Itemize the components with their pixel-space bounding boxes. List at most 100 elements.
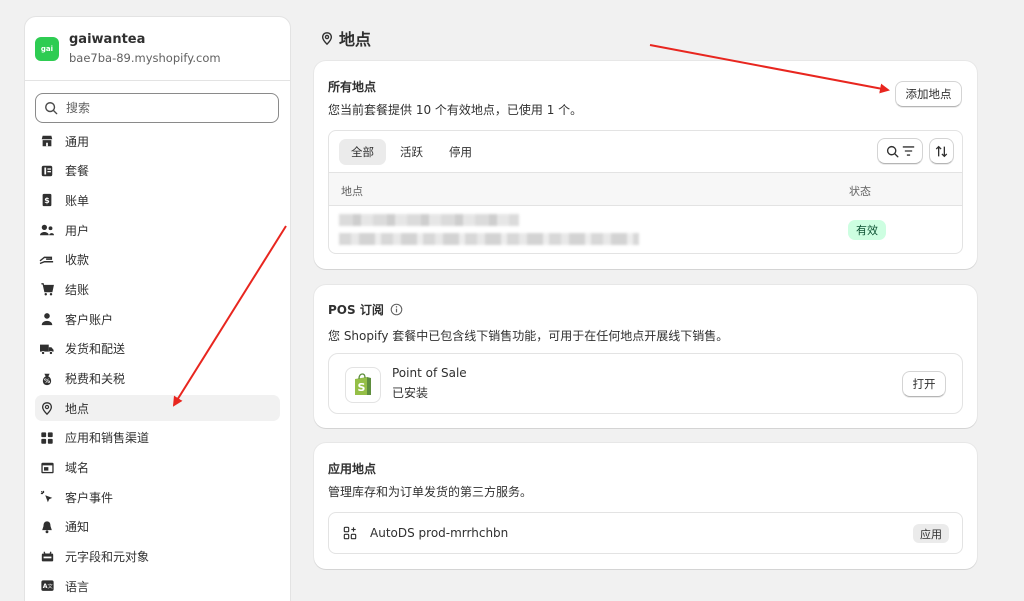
svg-text:S: S bbox=[358, 381, 366, 394]
nav-item-label: 客户事件 bbox=[65, 490, 114, 505]
app-location-row[interactable]: AutoDS prod-mrrhchbn 应用 bbox=[328, 512, 963, 554]
nav-item-label: 通用 bbox=[65, 134, 90, 149]
info-icon[interactable] bbox=[390, 303, 403, 316]
redacted-location-name bbox=[339, 214, 519, 226]
domain-icon bbox=[39, 460, 55, 476]
settings-nav: 通用 套餐 $ 账单 用户 收款 结账 客户账户 发货和配送 % 税费和关税 地… bbox=[35, 128, 280, 601]
cursor-icon bbox=[39, 489, 55, 505]
app-tag: 应用 bbox=[913, 524, 949, 543]
billing-icon: $ bbox=[39, 192, 55, 208]
add-location-button[interactable]: 添加地点 bbox=[895, 81, 962, 107]
store-icon bbox=[39, 133, 55, 149]
nav-item-general[interactable]: 通用 bbox=[35, 128, 280, 154]
nav-item-label: 通知 bbox=[65, 520, 90, 535]
nav-item-users[interactable]: 用户 bbox=[35, 217, 280, 243]
nav-item-customer-events[interactable]: 客户事件 bbox=[35, 484, 280, 510]
card-subtitle: 您 Shopify 套餐中已包含线下销售功能，可用于在任何地点开展线下销售。 bbox=[328, 329, 729, 343]
store-domain: bae7ba-89.myshopify.com bbox=[69, 51, 221, 65]
nav-item-taxes[interactable]: % 税费和关税 bbox=[35, 366, 280, 392]
nav-item-apps-channels[interactable]: 应用和销售渠道 bbox=[35, 425, 280, 451]
nav-item-label: 用户 bbox=[65, 223, 90, 238]
svg-text:%: % bbox=[44, 377, 50, 384]
all-locations-card: 所有地点 您当前套餐提供 10 个有效地点，已使用 1 个。 添加地点 全部 活… bbox=[314, 61, 977, 269]
nav-item-label: 语言 bbox=[65, 579, 90, 594]
nav-item-label: 结账 bbox=[65, 282, 90, 297]
truck-icon bbox=[39, 341, 55, 357]
nav-item-customer-accounts[interactable]: 客户账户 bbox=[35, 306, 280, 332]
nav-item-label: 账单 bbox=[65, 193, 90, 208]
search-icon bbox=[886, 145, 898, 157]
column-location: 地点 bbox=[341, 185, 363, 198]
sort-icon bbox=[935, 145, 948, 157]
nav-item-label: 税费和关税 bbox=[65, 372, 126, 386]
location-icon bbox=[39, 400, 55, 416]
card-subtitle: 您当前套餐提供 10 个有效地点，已使用 1 个。 bbox=[328, 103, 583, 117]
page-title-text: 地点 bbox=[339, 30, 372, 49]
table-header: 地点 状态 bbox=[329, 172, 962, 206]
apps-icon bbox=[39, 430, 55, 446]
svg-text:文: 文 bbox=[47, 583, 53, 591]
filter-tabs: 全部 活跃 停用 bbox=[329, 131, 962, 172]
nav-item-checkout[interactable]: 结账 bbox=[35, 276, 280, 302]
person-icon bbox=[39, 311, 55, 327]
nav-item-label: 地点 bbox=[65, 401, 90, 416]
nav-item-label: 客户账户 bbox=[65, 312, 114, 327]
settings-sidebar: gai gaiwantea bae7ba-89.myshopify.com 通用… bbox=[24, 16, 291, 601]
nav-item-payments[interactable]: 收款 bbox=[35, 247, 280, 273]
language-icon: A文 bbox=[39, 578, 55, 594]
settings-search[interactable] bbox=[35, 93, 279, 123]
shopify-bag-icon: S bbox=[345, 367, 381, 403]
sort-button[interactable] bbox=[929, 138, 954, 164]
tab-active[interactable]: 活跃 bbox=[388, 139, 435, 165]
nav-item-label: 域名 bbox=[65, 461, 90, 476]
tax-icon: % bbox=[39, 371, 55, 387]
payments-icon bbox=[39, 252, 55, 268]
nav-item-label: 元字段和元对象 bbox=[65, 550, 150, 565]
users-icon bbox=[39, 222, 55, 238]
card-title: POS 订阅 bbox=[328, 303, 384, 317]
tab-all[interactable]: 全部 bbox=[339, 138, 386, 165]
open-pos-button[interactable]: 打开 bbox=[902, 371, 946, 397]
bell-icon bbox=[39, 519, 55, 535]
plan-icon bbox=[39, 163, 55, 179]
metafields-icon bbox=[39, 549, 55, 565]
nav-item-languages[interactable]: A文 语言 bbox=[35, 573, 280, 599]
store-header[interactable]: gai gaiwantea bae7ba-89.myshopify.com bbox=[25, 17, 290, 81]
nav-item-domains[interactable]: 域名 bbox=[35, 455, 280, 481]
status-badge: 有效 bbox=[848, 220, 886, 240]
tab-inactive[interactable]: 停用 bbox=[437, 139, 484, 165]
pos-app-name: Point of Sale bbox=[392, 366, 467, 380]
pos-subscription-card: POS 订阅 您 Shopify 套餐中已包含线下销售功能，可用于在任何地点开展… bbox=[314, 285, 977, 428]
pos-app-row: S Point of Sale 已安装 打开 bbox=[328, 353, 963, 414]
filter-icon bbox=[902, 146, 914, 156]
apps-add-icon bbox=[343, 526, 357, 540]
nav-item-metafields[interactable]: 元字段和元对象 bbox=[35, 544, 280, 570]
app-locations-card: 应用地点 管理库存和为订单发货的第三方服务。 AutoDS prod-mrrhc… bbox=[314, 443, 977, 569]
table-row[interactable]: 有效 bbox=[329, 206, 962, 253]
nav-item-label: 应用和销售渠道 bbox=[65, 431, 150, 446]
store-name: gaiwantea bbox=[69, 32, 146, 47]
nav-item-label: 套餐 bbox=[65, 164, 90, 179]
search-filter-button[interactable] bbox=[877, 138, 923, 164]
nav-item-label: 收款 bbox=[65, 253, 90, 268]
store-logo: gai bbox=[35, 37, 59, 61]
nav-item-label: 发货和配送 bbox=[65, 342, 126, 357]
card-title: 所有地点 bbox=[328, 80, 377, 94]
locations-table: 全部 活跃 停用 地点 状态 有效 bbox=[328, 130, 963, 254]
card-title: 应用地点 bbox=[328, 462, 377, 476]
svg-text:$: $ bbox=[44, 196, 49, 205]
redacted-location-address bbox=[339, 233, 639, 245]
nav-item-shipping[interactable]: 发货和配送 bbox=[35, 336, 280, 362]
card-subtitle: 管理库存和为订单发货的第三方服务。 bbox=[328, 485, 533, 499]
nav-item-billing[interactable]: $ 账单 bbox=[35, 187, 280, 213]
cart-icon bbox=[39, 281, 55, 297]
nav-item-locations[interactable]: 地点 bbox=[35, 395, 280, 422]
app-location-name: AutoDS prod-mrrhchbn bbox=[370, 526, 509, 540]
nav-item-plan[interactable]: 套餐 bbox=[35, 158, 280, 184]
column-status: 状态 bbox=[849, 185, 871, 198]
page-title: 地点 bbox=[320, 26, 371, 50]
location-icon bbox=[321, 31, 333, 45]
nav-item-notifications[interactable]: 通知 bbox=[35, 514, 280, 540]
search-icon bbox=[45, 102, 58, 115]
search-input[interactable] bbox=[66, 101, 256, 115]
